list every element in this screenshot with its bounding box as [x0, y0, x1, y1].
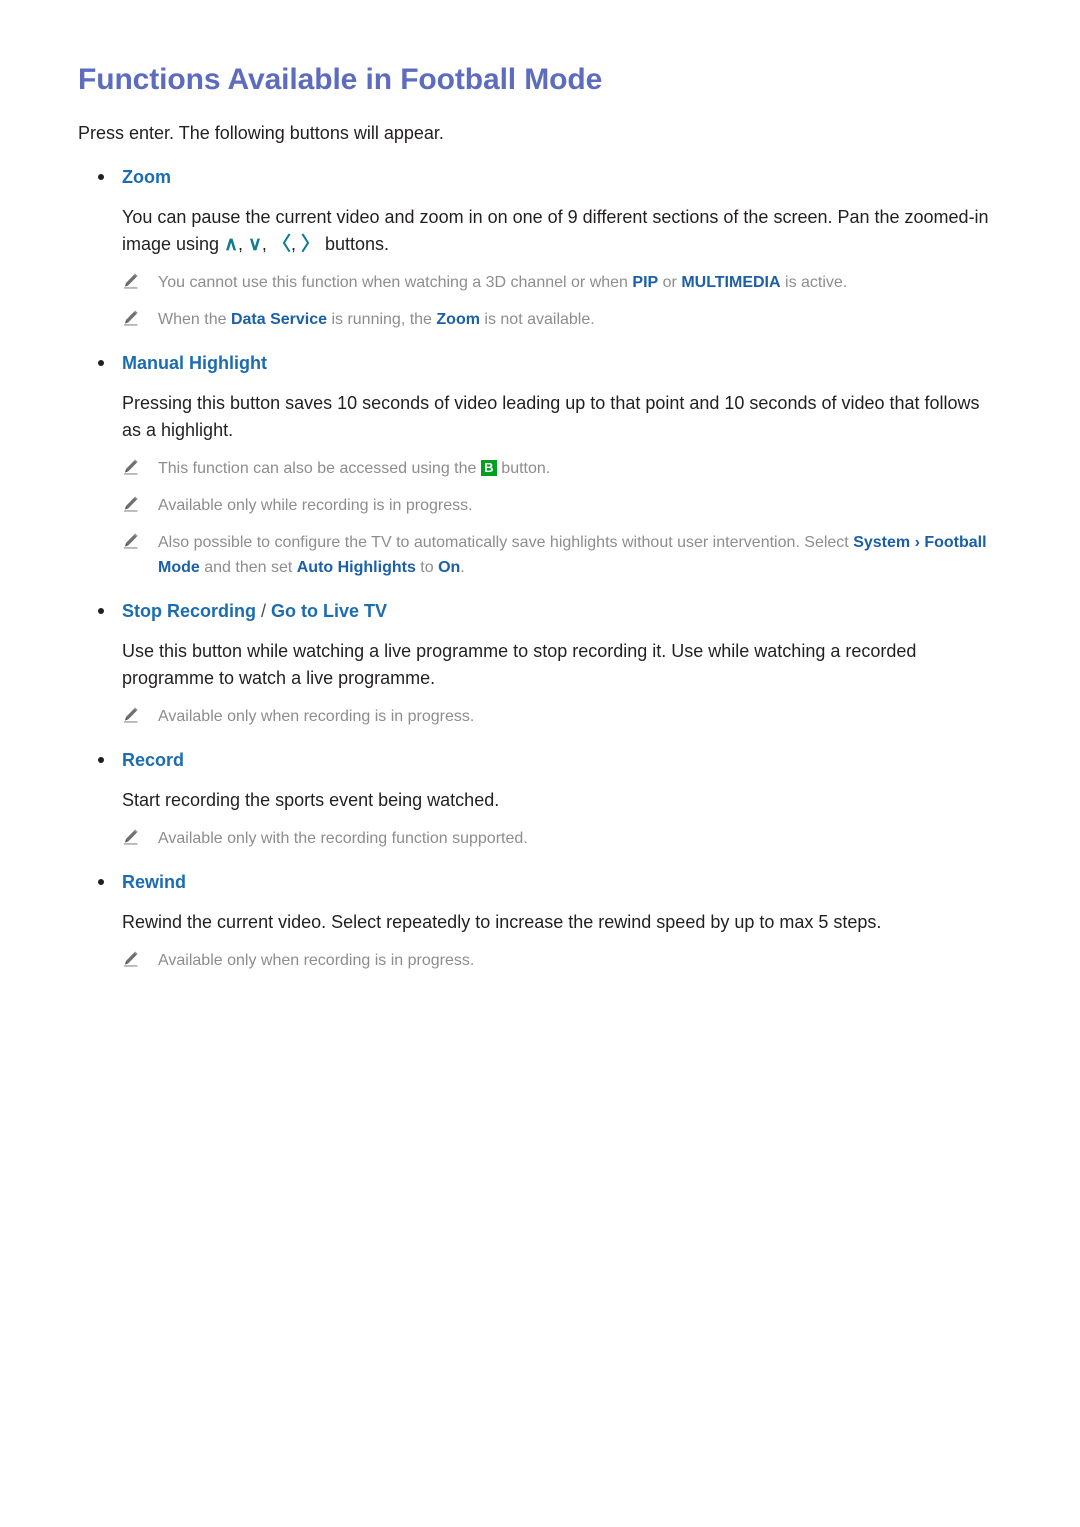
- chevron-left-icon: 〈: [271, 234, 291, 255]
- note-text-part2: is running, the: [327, 311, 437, 328]
- note-text-part1: Available only while recording is in pro…: [158, 497, 473, 514]
- pencil-icon: [122, 272, 140, 290]
- note-highlight-auto-highlights: Auto Highlights: [296, 559, 416, 576]
- pencil-icon: [122, 706, 140, 724]
- pencil-icon: [122, 950, 140, 968]
- note-text-part4: .: [460, 559, 465, 576]
- section-body-zoom: You can pause the current video and zoom…: [78, 204, 1002, 258]
- chevron-separator-3: ,: [290, 234, 301, 254]
- chevron-up-icon: ∧: [224, 234, 238, 255]
- note-highlight-on: On: [438, 559, 461, 576]
- page-title: Functions Available in Football Mode: [78, 63, 603, 96]
- note-item: You cannot use this function when watchi…: [78, 270, 1002, 295]
- note-text-part2: button.: [496, 460, 551, 477]
- section-heading-record[interactable]: Record: [78, 747, 1002, 773]
- note-text-part3: is not available.: [479, 311, 595, 328]
- note-text-part2: or: [658, 274, 682, 291]
- section-heading-label-b: Go to Live TV: [271, 601, 388, 621]
- section-heading-label-a: Stop Recording: [122, 601, 256, 621]
- section-body-rewind: Rewind the current video. Select repeate…: [122, 912, 882, 932]
- bullet-dot-icon: [98, 879, 104, 885]
- note-item: Also possible to configure the TV to aut…: [78, 530, 1002, 580]
- section-heading-label: Zoom: [122, 167, 171, 187]
- chevron-down-icon: ∨: [248, 234, 262, 255]
- pencil-icon: [122, 532, 140, 550]
- note-highlight-data-service: Data Service: [230, 311, 327, 328]
- section-heading-zoom[interactable]: Zoom: [78, 164, 1002, 190]
- bullet-dot-icon: [98, 360, 104, 366]
- section-body-record: Start recording the sports event being w…: [122, 790, 500, 810]
- intro-paragraph: Press enter. The following buttons will …: [78, 123, 444, 143]
- pencil-icon: [122, 495, 140, 513]
- chevron-separator-1: ,: [237, 234, 248, 254]
- section-body-stop-recording: Use this button while watching a live pr…: [122, 641, 917, 688]
- pencil-icon: [122, 458, 140, 476]
- note-text-part2: and then set: [199, 559, 297, 576]
- section-heading-stop-recording[interactable]: Stop Recording / Go to Live TV: [78, 598, 1002, 624]
- section-heading-manual-highlight[interactable]: Manual Highlight: [78, 350, 1002, 376]
- note-item: Available only when recording is in prog…: [78, 704, 1002, 729]
- body-text-part2: buttons.: [319, 234, 390, 254]
- note-text-part1: This function can also be accessed using…: [158, 460, 481, 477]
- green-b-button-icon[interactable]: B: [480, 460, 497, 476]
- note-highlight-system: System: [853, 534, 911, 551]
- note-text-part1: Available only when recording is in prog…: [158, 708, 475, 725]
- section-heading-label: Record: [122, 750, 185, 770]
- note-text-part1: Available only with the recording functi…: [158, 830, 528, 847]
- pencil-icon: [122, 309, 140, 327]
- note-item: Available only when recording is in prog…: [78, 948, 1002, 973]
- section-body-manual-highlight: Pressing this button saves 10 seconds of…: [122, 393, 980, 440]
- bullet-dot-icon: [98, 174, 104, 180]
- note-text-part1: Also possible to configure the TV to aut…: [158, 534, 854, 551]
- note-item: When the Data Service is running, the Zo…: [78, 307, 1002, 332]
- note-highlight-zoom: Zoom: [436, 311, 480, 328]
- bullet-dot-icon: [98, 608, 104, 614]
- note-text-part1: Available only when recording is in prog…: [158, 952, 475, 969]
- note-item: Available only with the recording functi…: [78, 826, 1002, 851]
- section-heading-separator: /: [256, 601, 272, 621]
- bullet-dot-icon: [98, 757, 104, 763]
- note-text-part3: to: [415, 559, 439, 576]
- section-heading-label: Manual Highlight: [122, 353, 267, 373]
- pencil-icon: [122, 828, 140, 846]
- note-text-part3: is active.: [780, 274, 848, 291]
- note-highlight-multimedia: MULTIMEDIA: [681, 274, 781, 291]
- chevron-right-icon: 〉: [300, 234, 320, 255]
- note-text-part1: When the: [158, 311, 231, 328]
- section-heading-label: Rewind: [122, 872, 187, 892]
- chevron-separator-2: ,: [261, 234, 272, 254]
- document-page: Functions Available in Football Mode Pre…: [0, 0, 1080, 1527]
- note-item: This function can also be accessed using…: [78, 456, 1002, 481]
- breadcrumb-separator: ›: [910, 534, 925, 551]
- note-highlight-pip: PIP: [632, 274, 659, 291]
- note-item: Available only while recording is in pro…: [78, 493, 1002, 518]
- note-text-part1: You cannot use this function when watchi…: [158, 274, 633, 291]
- section-heading-rewind[interactable]: Rewind: [78, 869, 1002, 895]
